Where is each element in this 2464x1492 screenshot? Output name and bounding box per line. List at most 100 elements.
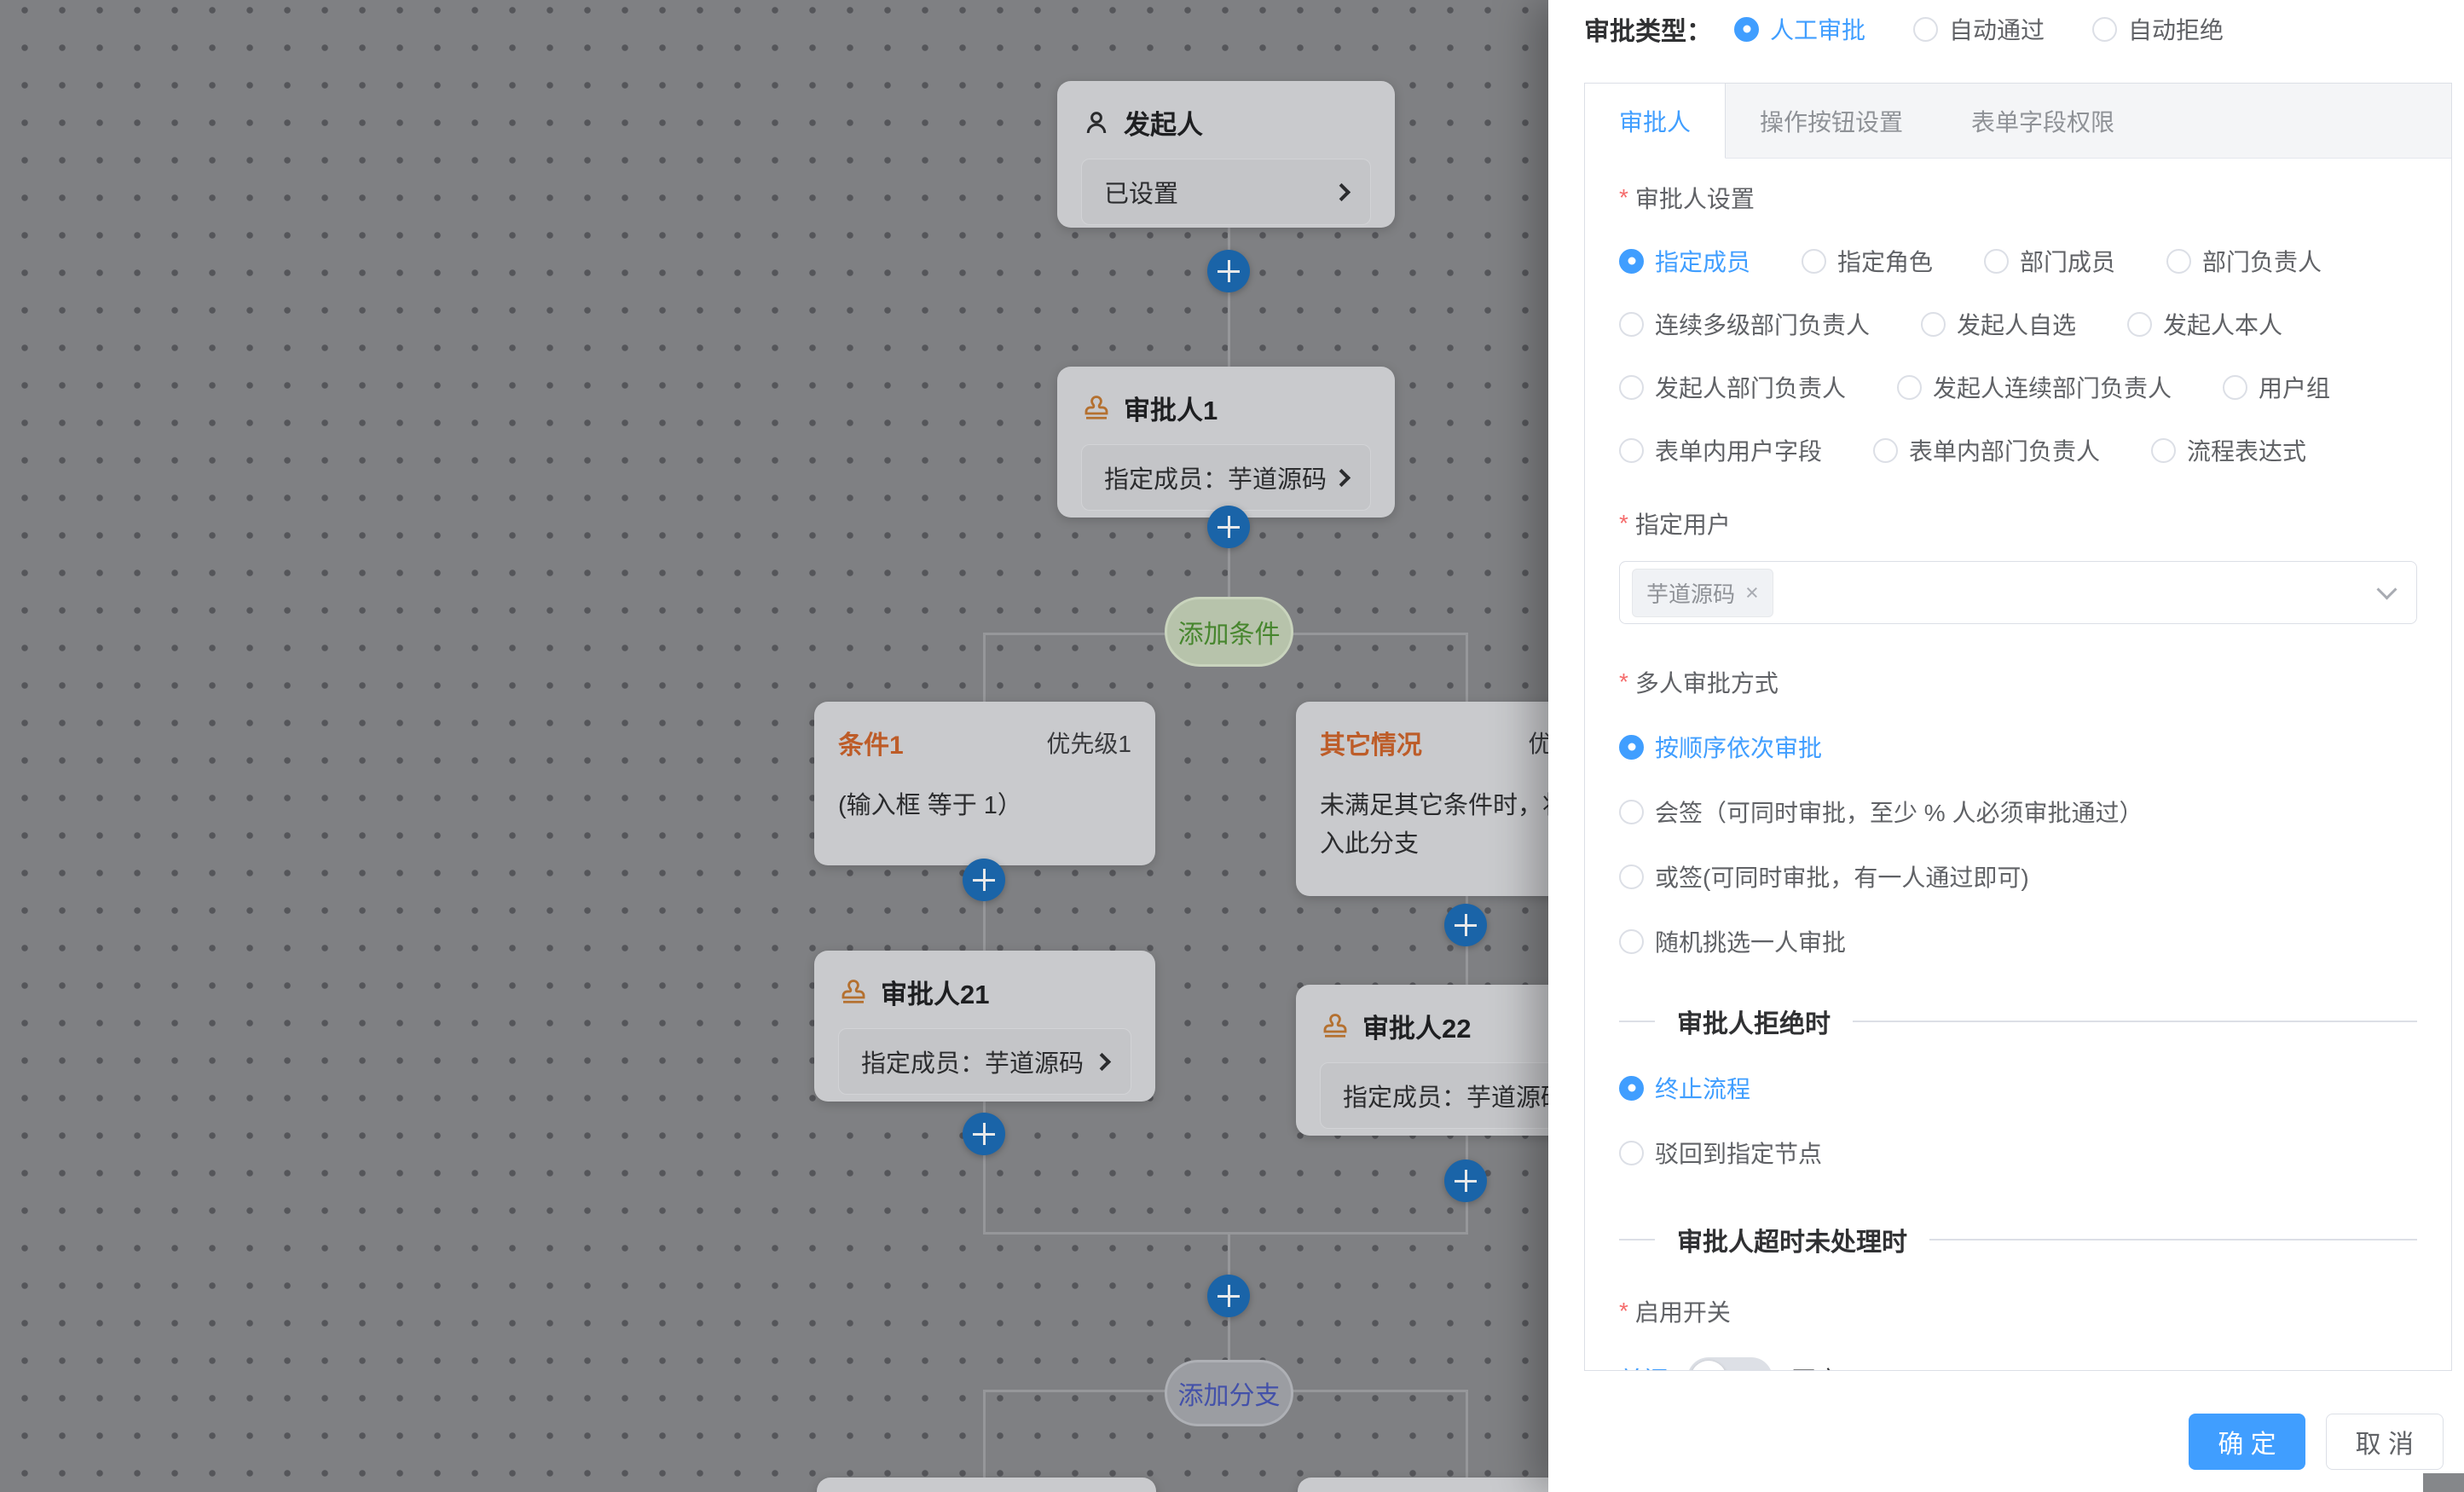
- add-condition-label: 添加条件: [1178, 613, 1281, 651]
- radio-icon: [1619, 1141, 1644, 1165]
- remove-tag-icon[interactable]: ×: [1745, 581, 1759, 604]
- condition-priority: 优先级1: [1046, 726, 1131, 760]
- node-summary[interactable]: 已设置: [1081, 159, 1371, 225]
- radio-label: 部门成员: [2020, 244, 2115, 278]
- radio-label: 或签(可同时审批，有一人通过即可): [1655, 859, 2029, 893]
- radio-icon: [2127, 312, 2152, 337]
- radio-orsign[interactable]: 或签(可同时审批，有一人通过即可): [1619, 859, 2417, 893]
- radio-icon: [1984, 249, 2009, 274]
- radio-initiator-multi-dept-leader[interactable]: 发起人连续部门负责人: [1897, 370, 2172, 404]
- assign-user-label: 指定用户: [1619, 506, 2417, 541]
- radio-icon: [1619, 312, 1644, 337]
- radio-initiator-self[interactable]: 发起人本人: [2127, 307, 2282, 341]
- radio-label: 会签（可同时审批，至少 % 人必须审批通过）: [1655, 795, 2143, 829]
- timeout-enable-toggle[interactable]: [1687, 1357, 1773, 1370]
- radio-label: 表单内部门负责人: [1909, 433, 2100, 467]
- radio-label: 自动通过: [1949, 12, 2045, 46]
- radio-icon: [1897, 375, 1922, 400]
- enable-switch-label: 启用开关: [1619, 1294, 2417, 1328]
- tab-approver[interactable]: 审批人: [1585, 84, 1726, 159]
- radio-label: 发起人本人: [2163, 307, 2282, 341]
- radio-icon: [1619, 929, 1644, 954]
- assign-user-select[interactable]: 芋道源码 ×: [1619, 561, 2417, 624]
- add-node-button[interactable]: [963, 859, 1005, 901]
- node-condition1[interactable]: 条件1 优先级1 (输入框 等于 1）: [814, 702, 1155, 865]
- radio-assigned-role[interactable]: 指定角色: [1802, 244, 1933, 278]
- node-summary[interactable]: 指定成员：芋道源码: [1081, 444, 1371, 511]
- radio-countersign[interactable]: 会签（可同时审批，至少 % 人必须审批通过）: [1619, 795, 2417, 829]
- approver-setting-label: 审批人设置: [1619, 181, 2417, 215]
- multi-mode-options: 按顺序依次审批 会签（可同时审批，至少 % 人必须审批通过） 或签(可同时审批，…: [1619, 730, 2417, 958]
- node-summary-text: 指定成员：芋道源码: [1343, 1078, 1565, 1113]
- radio-user-group[interactable]: 用户组: [2223, 370, 2330, 404]
- add-branch-button[interactable]: 添加分支: [1165, 1360, 1293, 1426]
- connector-line: [1466, 1390, 1468, 1479]
- radio-icon: [1619, 865, 1644, 889]
- add-node-button[interactable]: [1444, 904, 1487, 946]
- confirm-button[interactable]: 确 定: [2189, 1414, 2305, 1470]
- radio-icon: [1734, 17, 1759, 42]
- branch-merge-line: [983, 1232, 1468, 1235]
- add-node-button[interactable]: [1207, 250, 1250, 292]
- node-initiator[interactable]: 发起人 已设置: [1057, 81, 1395, 228]
- radio-random-one[interactable]: 随机挑选一人审批: [1619, 924, 2417, 958]
- radio-process-expression[interactable]: 流程表达式: [2151, 433, 2306, 467]
- section-title: 审批人拒绝时: [1677, 1003, 1831, 1040]
- radio-auto-reject[interactable]: 自动拒绝: [2092, 12, 2224, 46]
- radio-icon: [1802, 249, 1826, 274]
- node-summary-text: 指定成员：芋道源码: [861, 1044, 1084, 1079]
- radio-label: 指定角色: [1837, 244, 1933, 278]
- radio-label: 发起人连续部门负责人: [1933, 370, 2172, 404]
- radio-sequential-approve[interactable]: 按顺序依次审批: [1619, 730, 2417, 764]
- add-condition-button[interactable]: 添加条件: [1165, 597, 1293, 667]
- drawer-footer: 确 定 取 消: [2189, 1414, 2444, 1470]
- radio-initiator-dept-leader[interactable]: 发起人部门负责人: [1619, 370, 1846, 404]
- radio-label: 指定成员: [1655, 244, 1750, 278]
- stamp-icon: [838, 977, 869, 1008]
- cancel-button[interactable]: 取 消: [2326, 1414, 2444, 1470]
- tab-field-permission[interactable]: 表单字段权限: [1937, 84, 2149, 158]
- radio-label: 发起人部门负责人: [1655, 370, 1846, 404]
- tab-button-settings[interactable]: 操作按钮设置: [1726, 84, 1937, 158]
- approver-setting-row4: 表单内用户字段 表单内部门负责人 流程表达式: [1619, 433, 2417, 467]
- condition-title: 其它情况: [1320, 724, 1422, 761]
- radio-return-to-node[interactable]: 驳回到指定节点: [1619, 1136, 2417, 1170]
- radio-label: 终止流程: [1655, 1071, 1750, 1105]
- radio-form-dept-leader[interactable]: 表单内部门负责人: [1873, 433, 2100, 467]
- node-approver21[interactable]: 审批人21 指定成员：芋道源码: [814, 951, 1155, 1102]
- reject-options: 终止流程 驳回到指定节点: [1619, 1071, 2417, 1170]
- radio-terminate-process[interactable]: 终止流程: [1619, 1071, 2417, 1105]
- radio-assigned-member[interactable]: 指定成员: [1619, 244, 1750, 278]
- radio-form-user-field[interactable]: 表单内用户字段: [1619, 433, 1822, 467]
- add-node-button[interactable]: [1444, 1159, 1487, 1202]
- radio-dept-leader[interactable]: 部门负责人: [2166, 244, 2322, 278]
- radio-icon: [2151, 438, 2176, 463]
- add-node-button[interactable]: [1207, 1275, 1250, 1317]
- node-title: 审批人21: [881, 973, 989, 1011]
- chevron-right-icon: [1333, 468, 1351, 486]
- node-parallel1[interactable]: 并行1 无优先级: [817, 1478, 1156, 1492]
- user-tag-label: 芋道源码: [1646, 577, 1735, 609]
- radio-icon: [1921, 312, 1946, 337]
- radio-label: 流程表达式: [2187, 433, 2306, 467]
- tab-body[interactable]: 审批人设置 指定成员 指定角色 部门成员: [1585, 159, 2451, 1370]
- radio-dept-member[interactable]: 部门成员: [1984, 244, 2115, 278]
- radio-initiator-select[interactable]: 发起人自选: [1921, 307, 2076, 341]
- connector-line: [1228, 226, 1230, 368]
- multi-mode-label: 多人审批方式: [1619, 665, 2417, 699]
- timeout-switch-row: 关闭 开启: [1619, 1357, 2417, 1370]
- radio-auto-approve[interactable]: 自动通过: [1913, 12, 2045, 46]
- radio-manual-approve[interactable]: 人工审批: [1734, 12, 1865, 46]
- radio-multi-level-dept-leader[interactable]: 连续多级部门负责人: [1619, 307, 1870, 341]
- radio-icon: [1619, 1076, 1644, 1101]
- add-node-button[interactable]: [963, 1113, 1005, 1155]
- approver-setting-row1: 指定成员 指定角色 部门成员 部门负责人: [1619, 244, 2417, 278]
- radio-icon: [2223, 375, 2247, 400]
- add-node-button[interactable]: [1207, 506, 1250, 548]
- node-approver1[interactable]: 审批人1 指定成员：芋道源码: [1057, 367, 1395, 518]
- tab-bar: 审批人 操作按钮设置 表单字段权限: [1585, 84, 2451, 159]
- node-summary[interactable]: 指定成员：芋道源码: [838, 1028, 1131, 1095]
- node-title: 发起人: [1124, 103, 1203, 142]
- chevron-right-icon: [1333, 182, 1351, 200]
- approver-settings-drawer: 审批类型： 人工审批 自动通过 自动拒绝 审批人 操作按钮设置 表单字段权限: [1548, 0, 2464, 1492]
